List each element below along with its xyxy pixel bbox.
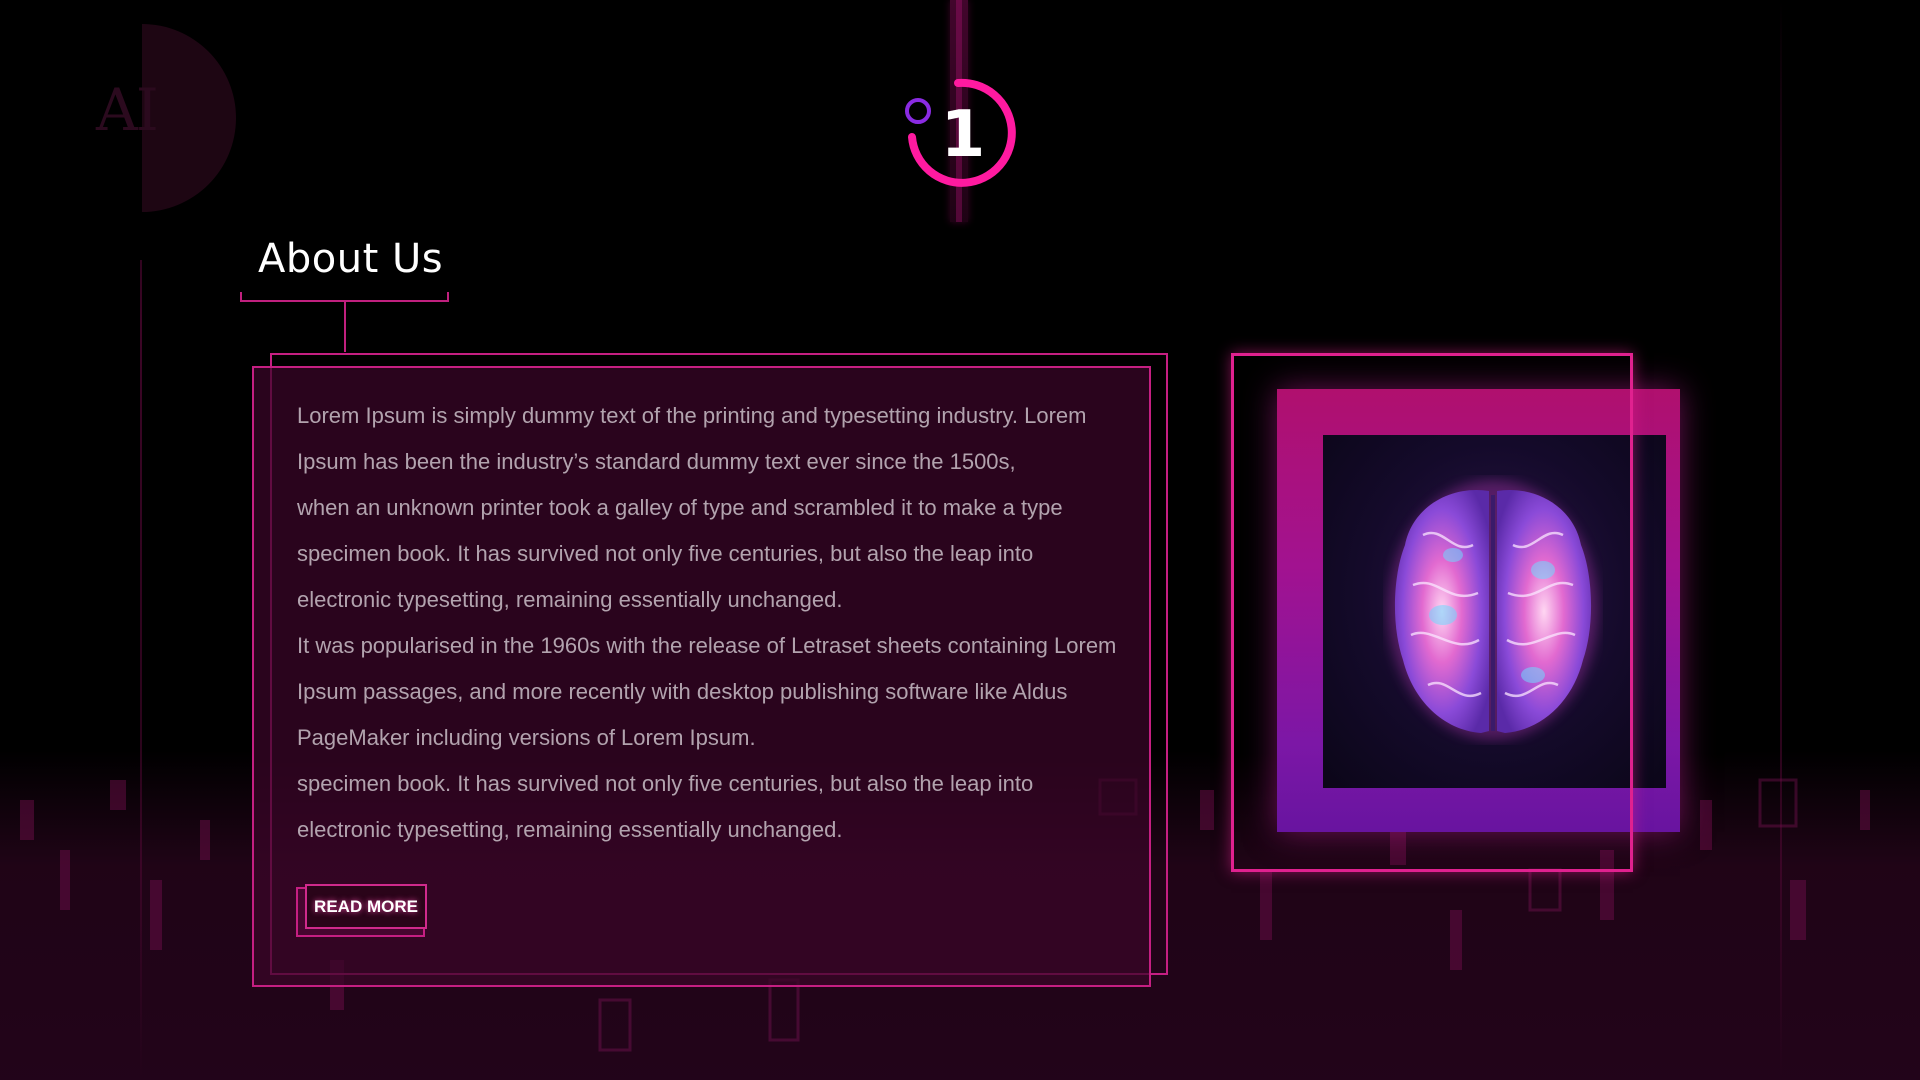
body-line: Ipsum passages, and more recently with d…	[297, 679, 1068, 704]
step-number: 1	[940, 98, 986, 172]
body-line: electronic typesetting, remaining essent…	[297, 817, 843, 842]
section-title: About Us	[258, 236, 444, 282]
logo: AI	[96, 76, 159, 144]
slide: AI 1 About Us Lorem Ipsum is simply dumm…	[0, 0, 1920, 1080]
read-more-button[interactable]: READ MORE	[305, 884, 427, 929]
body-line: PageMaker including versions of Lorem Ip…	[297, 725, 756, 750]
about-body-text: Lorem Ipsum is simply dummy text of the …	[297, 393, 1147, 853]
body-line: Ipsum has been the industry’s standard d…	[297, 449, 1016, 474]
body-line: It was popularised in the 1960s with the…	[297, 633, 1117, 658]
image-frame	[1231, 353, 1633, 872]
title-underline-bracket	[240, 292, 449, 302]
title-connector-line	[344, 302, 346, 352]
body-line: specimen book. It has survived not only …	[297, 771, 1034, 796]
body-line: specimen book. It has survived not only …	[297, 541, 1034, 566]
body-line: electronic typesetting, remaining essent…	[297, 587, 843, 612]
body-line: Lorem Ipsum is simply dummy text of the …	[297, 403, 1087, 428]
body-line: when an unknown printer took a galley of…	[297, 495, 1063, 520]
background-line	[1780, 0, 1782, 1080]
